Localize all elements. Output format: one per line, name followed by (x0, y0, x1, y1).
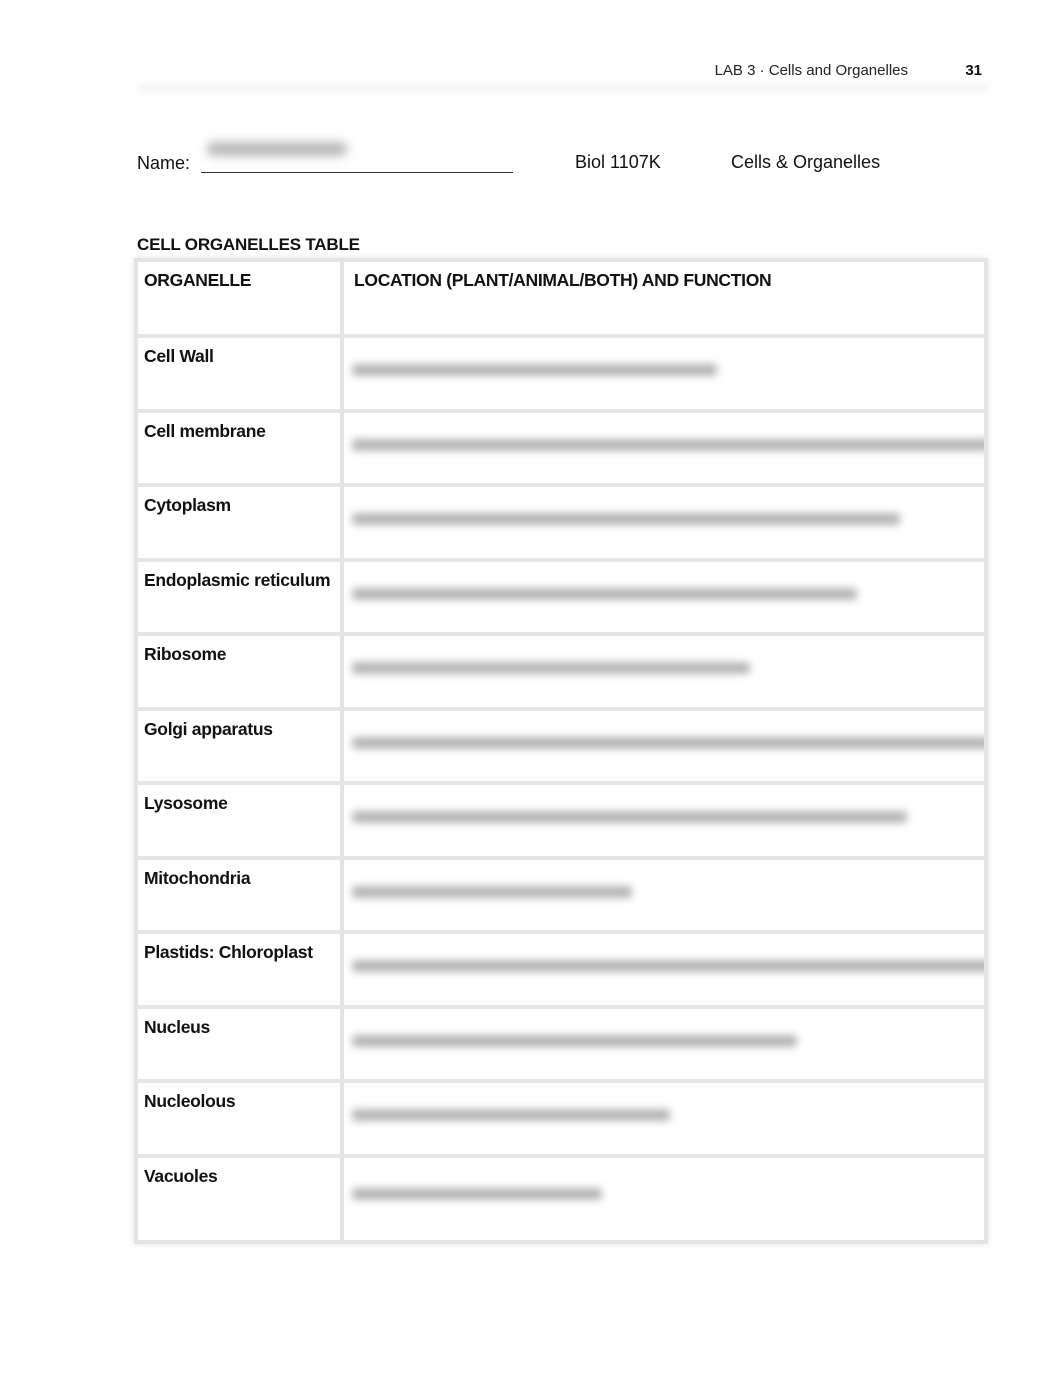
table-row: Cell membrane [blurred] (138, 412, 984, 487)
table-row: Endoplasmic reticulum [blurred] (138, 561, 984, 636)
answer-cell[interactable]: [blurred] (344, 413, 984, 484)
table-row: Golgi apparatus [blurred] (138, 710, 984, 785)
name-field[interactable] (201, 142, 514, 173)
answer-text-blurred: [blurred] (352, 1109, 670, 1121)
organelle-cell: Golgi apparatus (138, 710, 344, 781)
table-row: Cytoplasm [blurred] (138, 487, 984, 562)
answer-cell[interactable]: [blurred] (344, 1158, 984, 1240)
name-line: Name: (137, 142, 514, 174)
answer-text-blurred: [blurred] (352, 364, 717, 376)
organelle-cell: Lysosome (138, 785, 344, 856)
answer-text-blurred: [blurred] (352, 885, 632, 898)
organelle-cell: Nucleolous (138, 1083, 344, 1154)
answer-text-blurred: [blurred] (352, 811, 907, 823)
running-head: LAB 3 · Cells and Organelles 31 (138, 60, 988, 96)
organelle-cell: Endoplasmic reticulum (138, 561, 344, 632)
page-number: 31 (965, 62, 982, 79)
organelles-table: ORGANELLE LOCATION (PLANT/ANIMAL/BOTH) A… (134, 258, 988, 1244)
answer-cell[interactable]: [blurred] (344, 785, 984, 856)
answer-text-blurred: [blurred] (352, 587, 857, 600)
answer-cell[interactable]: [blurred] (344, 860, 984, 931)
table-row: Vacuoles [blurred] (138, 1157, 984, 1240)
answer-text-blurred: [blurred] (352, 438, 984, 451)
header-organelle: ORGANELLE (138, 262, 344, 334)
name-label: Name: (137, 153, 191, 173)
organelle-cell: Plastids: Chloroplast (138, 934, 344, 1005)
running-head-title: LAB 3 · Cells and Organelles (714, 62, 908, 79)
table-row: Nucleolous [blurred] (138, 1083, 984, 1158)
organelle-cell: Cell membrane (138, 412, 344, 483)
header-location-function: LOCATION (PLANT/ANIMAL/BOTH) AND FUNCTIO… (354, 270, 772, 290)
name-value-blurred (207, 142, 348, 156)
organelle-cell: Ribosome (138, 636, 344, 707)
table-row: Plastids: Chloroplast [blurred] (138, 934, 984, 1009)
answer-text-blurred: [blurred] (352, 1034, 797, 1047)
answer-cell[interactable]: [blurred] (344, 338, 984, 409)
table-row: Cell Wall [blurred] (138, 338, 984, 413)
answer-text-blurred: [blurred] (352, 960, 984, 972)
organelle-cell: Vacuoles (138, 1157, 344, 1240)
table-row: Mitochondria [blurred] (138, 859, 984, 934)
answer-cell[interactable]: [blurred] (344, 487, 984, 558)
answer-text-blurred: [blurred] (352, 662, 750, 674)
answer-cell[interactable]: [blurred] (344, 562, 984, 633)
answer-text-blurred: [blurred] (352, 736, 984, 749)
organelle-cell: Mitochondria (138, 859, 344, 930)
table-row: Ribosome [blurred] (138, 636, 984, 711)
table-header-row: ORGANELLE LOCATION (PLANT/ANIMAL/BOTH) A… (138, 262, 984, 338)
organelle-cell: Nucleus (138, 1008, 344, 1079)
answer-text-blurred: [blurred] (352, 513, 900, 525)
table-row: Nucleus [blurred] (138, 1008, 984, 1083)
lab-topic: Cells & Organelles (731, 152, 881, 172)
answer-cell[interactable]: [blurred] (344, 636, 984, 707)
table-title: CELL ORGANELLES TABLE (137, 235, 360, 254)
answer-text-blurred: [blurred] (352, 1187, 602, 1200)
organelle-cell: Cytoplasm (138, 487, 344, 558)
answer-cell[interactable]: [blurred] (344, 934, 984, 1005)
answer-cell[interactable]: [blurred] (344, 711, 984, 782)
table-row: Lysosome [blurred] (138, 785, 984, 860)
answer-cell[interactable]: [blurred] (344, 1083, 984, 1154)
organelle-cell: Cell Wall (138, 338, 344, 409)
course-code: Biol 1107K (575, 152, 661, 172)
answer-cell[interactable]: [blurred] (344, 1009, 984, 1080)
